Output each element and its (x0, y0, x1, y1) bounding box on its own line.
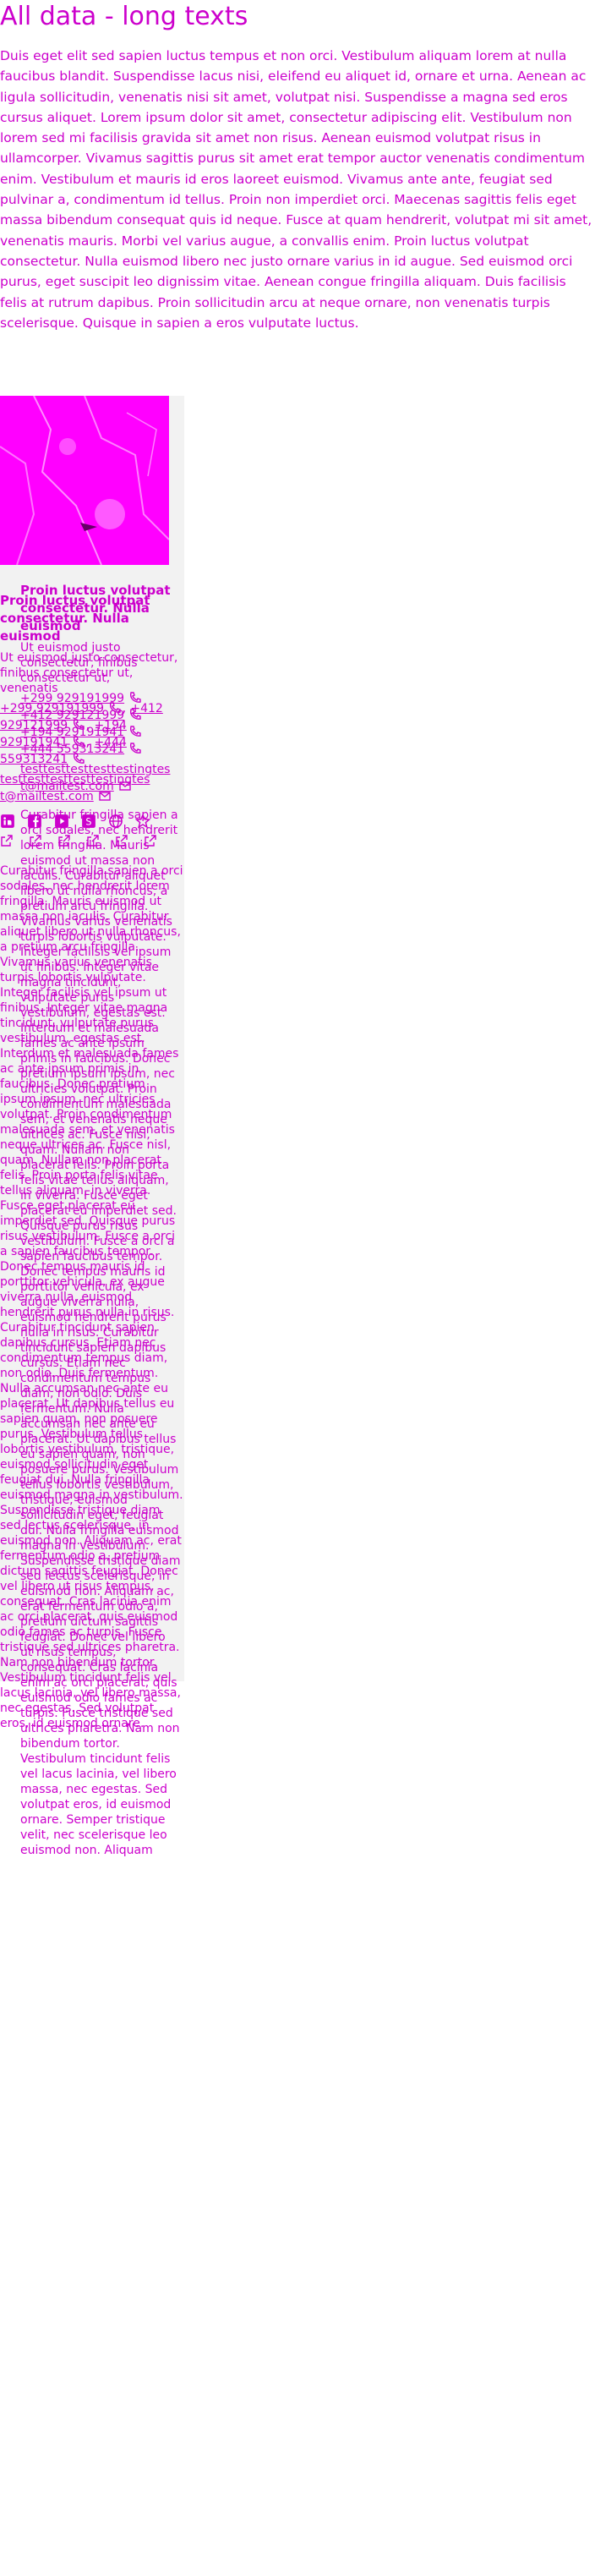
person-card: Proin luctus volutpat consectetur. Nulla… (0, 396, 184, 1857)
page-title: All data - long texts (0, 2, 248, 31)
person-bio: Curabitur fringilla sapien a orci sodale… (20, 808, 181, 1857)
person-photo (0, 396, 169, 565)
phone-link[interactable]: +299 929191999 (20, 692, 124, 705)
phone-link[interactable]: +412 929121999 (20, 709, 124, 722)
phone-icon (130, 743, 141, 754)
linkedin-icon[interactable] (0, 814, 15, 829)
person-position: Ut euismod justo consectetur, finibus co… (20, 641, 138, 685)
person-name: Proin luctus volutpat consectetur. Nulla… (20, 583, 171, 633)
phone-icon (130, 709, 141, 720)
phone-link[interactable]: +194 929191941 (20, 726, 124, 739)
envelope-icon (119, 781, 131, 791)
phone-icon (130, 726, 141, 737)
phone-link[interactable]: +444 559313241 (20, 743, 124, 756)
external-link-icon[interactable] (0, 834, 14, 847)
email-row: testtesttesttesttestingtes t@mailtest.co… (20, 760, 181, 794)
intro-paragraph: Duis eget elit sed sapien luctus tempus … (0, 48, 592, 331)
phone-list: +299 929191999 +412 929121999 +194 92919… (20, 689, 181, 757)
card-content-b: Proin luctus volutpat consectetur. Nulla… (20, 582, 181, 1858)
phone-icon (130, 692, 141, 703)
email-link[interactable]: testtesttesttesttestingtes t@mailtest.co… (20, 763, 170, 793)
